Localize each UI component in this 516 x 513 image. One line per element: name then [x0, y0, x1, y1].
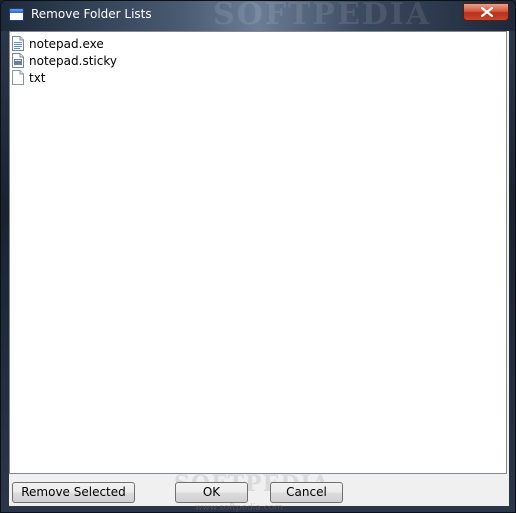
list-item[interactable]: notepad.exe [12, 35, 104, 52]
list-item[interactable]: notepad.sticky [12, 52, 117, 69]
close-button[interactable] [463, 3, 509, 21]
list-item-label: notepad.exe [29, 36, 104, 51]
close-icon [481, 7, 493, 17]
title-bar[interactable]: Remove Folder Lists SOFTPEDIA [1, 0, 515, 32]
watermark-logo: SOFTPEDIA [213, 0, 432, 32]
list-item-label: txt [29, 70, 46, 85]
cancel-button[interactable]: Cancel [270, 482, 343, 503]
window-title: Remove Folder Lists [31, 7, 152, 21]
sticky-file-icon [12, 53, 24, 68]
window-icon [9, 8, 24, 21]
ok-button[interactable]: OK [175, 482, 248, 503]
dialog-window: Remove Folder Lists SOFTPEDIA notepad.ex… [0, 0, 516, 513]
list-item-label: notepad.sticky [29, 53, 117, 68]
folder-list[interactable]: notepad.exe notepad.sticky txt [9, 31, 507, 474]
dialog-client-area: notepad.exe notepad.sticky txt SOFTPEDIA… [9, 31, 509, 512]
list-item[interactable]: txt [12, 69, 46, 86]
watermark-url: www.softpedia.com [195, 503, 283, 513]
text-file-icon [12, 70, 24, 85]
executable-file-icon [12, 36, 24, 51]
remove-selected-button[interactable]: Remove Selected [12, 482, 135, 503]
